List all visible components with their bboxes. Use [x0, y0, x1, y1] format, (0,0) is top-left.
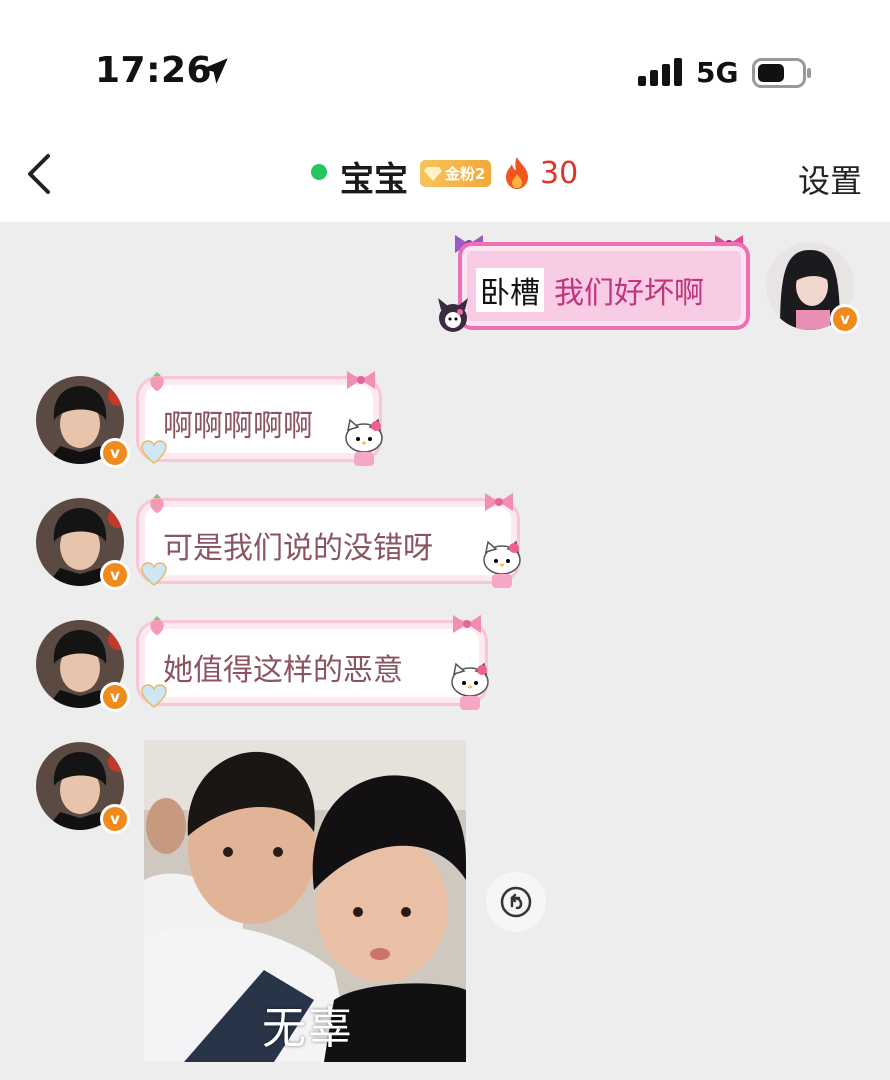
strawberry-icon	[150, 494, 164, 513]
diamond-icon	[424, 166, 442, 181]
message-text: 可是我们说的没错呀	[163, 531, 433, 566]
verified-v-badge: v	[100, 560, 130, 590]
image-caption: 无辜	[262, 1003, 354, 1054]
pink-bow-icon	[453, 615, 481, 633]
kuromi-sticker-icon	[438, 298, 468, 332]
image-message[interactable]: 无辜	[144, 740, 466, 1062]
contact-avatar[interactable]: v	[36, 742, 130, 834]
message-text: 她值得这样的恶意	[163, 653, 403, 688]
forward-button[interactable]	[486, 872, 546, 932]
battery-icon	[752, 58, 811, 88]
message-text: 啊啊啊啊啊	[163, 409, 313, 444]
contact-avatar[interactable]: v	[36, 620, 130, 712]
hello-kitty-icon	[345, 418, 383, 466]
share-arrow-icon	[500, 886, 532, 918]
contact-avatar[interactable]: v	[36, 498, 130, 590]
signal-icon	[638, 58, 682, 86]
fan-level-badge: 金粉2	[420, 160, 492, 187]
pink-bow-icon	[485, 493, 513, 511]
hello-kitty-icon	[451, 662, 489, 710]
heart-icon	[141, 440, 167, 464]
message-highlight-text: 卧槽	[476, 268, 544, 312]
location-arrow-icon	[202, 58, 228, 84]
my-avatar[interactable]: v	[766, 242, 860, 334]
verified-v-badge: v	[100, 438, 130, 468]
outgoing-message-bubble[interactable]: 卧槽 我们好坏啊	[458, 242, 750, 330]
pink-bow-icon	[347, 371, 375, 389]
streak-count: 30	[540, 156, 579, 191]
heart-icon	[141, 684, 167, 708]
verified-v-badge: v	[100, 682, 130, 712]
strawberry-icon	[150, 616, 164, 635]
verified-v-badge: v	[100, 804, 130, 834]
back-chevron-icon[interactable]	[22, 152, 56, 196]
online-status-dot	[311, 164, 327, 180]
message-text: 我们好坏啊	[554, 276, 704, 311]
incoming-message-bubble[interactable]: 可是我们说的没错呀	[136, 498, 520, 584]
chat-title[interactable]: 宝宝	[340, 152, 408, 201]
contact-avatar[interactable]: v	[36, 376, 130, 468]
settings-button[interactable]: 设置	[798, 156, 862, 202]
fire-icon	[506, 157, 528, 189]
heart-icon	[141, 562, 167, 586]
hello-kitty-icon	[483, 540, 521, 588]
top-bar: 17:26 5G 宝宝 金粉2 30 设置	[0, 0, 890, 222]
status-time: 17:26	[95, 50, 213, 91]
incoming-message-bubble[interactable]: 她值得这样的恶意	[136, 620, 488, 706]
strawberry-icon	[150, 372, 164, 391]
network-label: 5G	[696, 56, 739, 89]
fan-badge-label: 金粉2	[445, 165, 486, 183]
verified-v-badge: v	[830, 304, 860, 334]
